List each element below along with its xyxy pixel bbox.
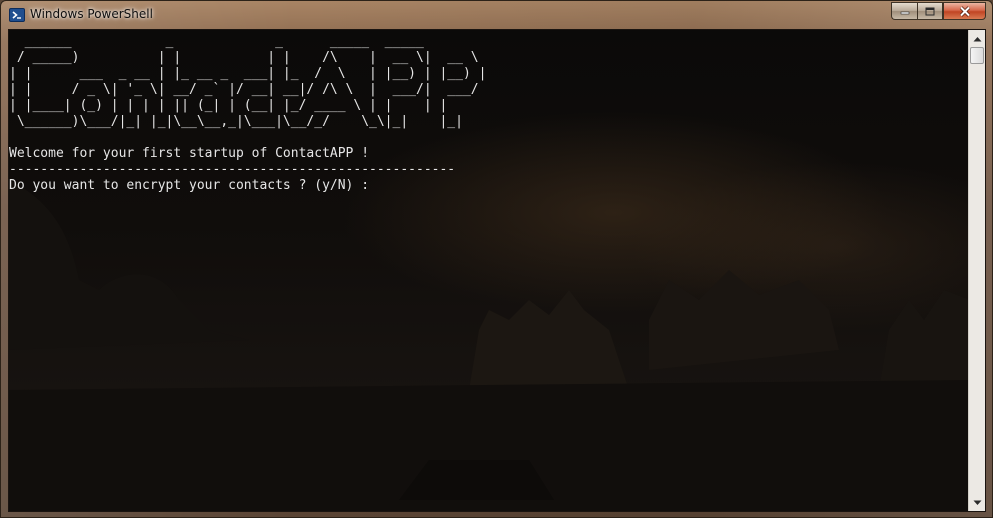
minimize-button[interactable] xyxy=(891,2,917,20)
minimize-icon xyxy=(900,11,909,15)
scroll-up-arrow-icon xyxy=(973,36,981,41)
scroll-down-arrow-icon xyxy=(973,500,981,505)
powershell-window: Windows PowerShell ______ _ _ _____ ____… xyxy=(0,0,993,518)
console-line: \______)\___/|_| |_|\__\__,_|\___|\__/_/… xyxy=(9,114,463,129)
vertical-scrollbar[interactable] xyxy=(968,30,985,511)
window-title: Windows PowerShell xyxy=(30,7,153,21)
close-icon xyxy=(959,5,970,17)
console-line: | | ___ _ __ | |_ __ _ ___| |_ / \ | |__… xyxy=(9,66,487,81)
console-line: | | / _ \| '_ \| __/ _` |/ __| __|/ /\ \… xyxy=(9,82,479,97)
scroll-thumb[interactable] xyxy=(970,47,984,64)
title-bar[interactable]: Windows PowerShell xyxy=(1,1,992,29)
close-button[interactable] xyxy=(943,2,986,20)
console-line: / _____) | | | | /\ | __ \| __ \ xyxy=(9,50,479,65)
maximize-button[interactable] xyxy=(917,2,943,20)
console-line: | |____| (_) | | | | || (_| | (__| |_/ _… xyxy=(9,98,448,113)
encrypt-prompt[interactable]: Do you want to encrypt your contacts ? (… xyxy=(9,178,486,194)
console-area[interactable]: ______ _ _ _____ _____ / _____) | | | | … xyxy=(8,29,986,512)
caption-buttons xyxy=(891,2,986,21)
scroll-up-button[interactable] xyxy=(969,30,985,47)
separator-line: ----------------------------------------… xyxy=(9,162,456,177)
maximize-icon xyxy=(925,7,935,15)
console-line: ______ _ _ _____ _____ xyxy=(9,34,424,49)
welcome-message: Welcome for your first startup of Contac… xyxy=(9,146,370,161)
console-output: ______ _ _ _____ _____ / _____) | | | | … xyxy=(9,34,486,194)
scroll-down-button[interactable] xyxy=(969,494,985,511)
powershell-icon[interactable] xyxy=(9,7,25,23)
